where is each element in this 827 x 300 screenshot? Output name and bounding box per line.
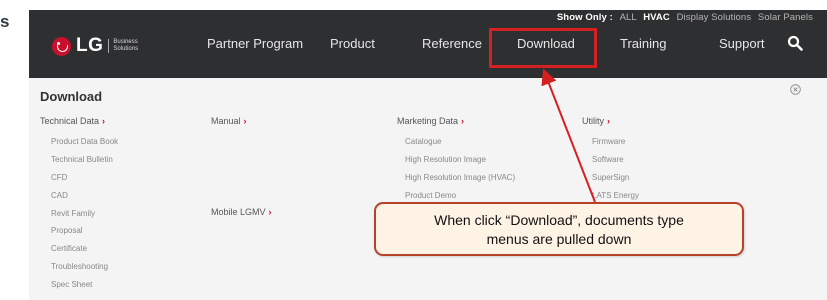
callout-line-1: When click “Download”, documents type xyxy=(434,212,684,228)
callout-line-2: menus are pulled down xyxy=(486,231,632,247)
annotation-callout: When click “Download”, documents type me… xyxy=(374,202,744,256)
